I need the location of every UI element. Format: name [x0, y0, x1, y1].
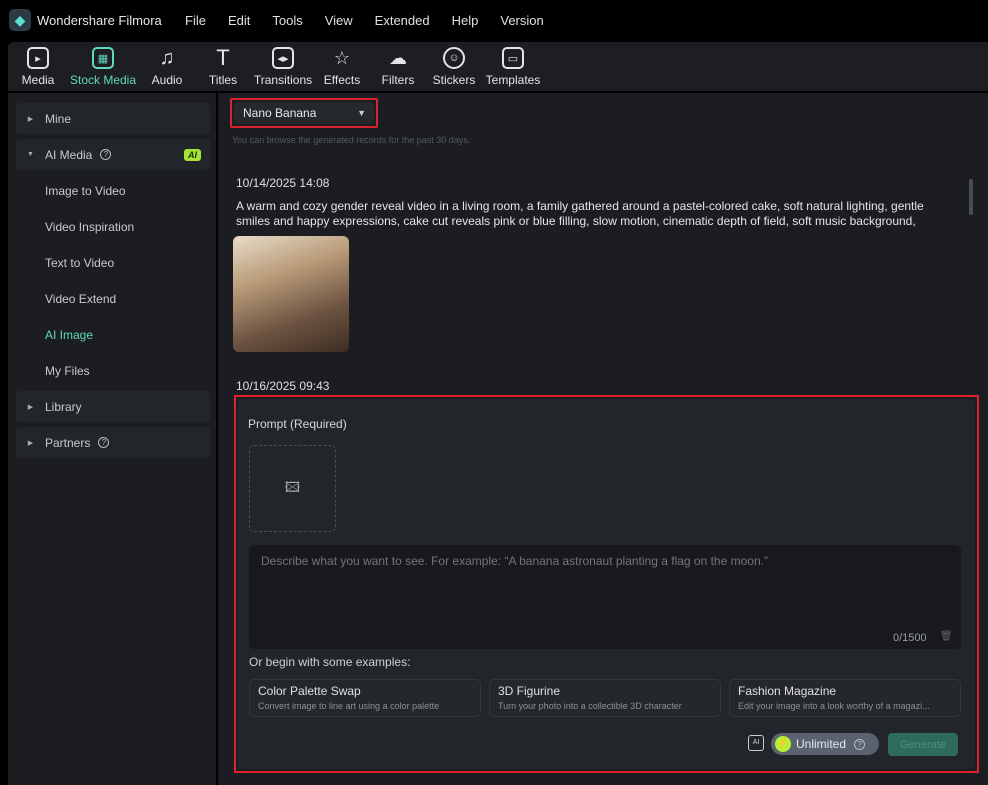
- transition-icon: ◂▸: [272, 47, 294, 69]
- tab-media[interactable]: ▸ Media: [8, 42, 68, 91]
- generate-button[interactable]: Generate: [888, 733, 958, 756]
- sidebar-item-ai-media[interactable]: ▼ AI Media? AI: [16, 139, 210, 170]
- record-date: 10/14/2025 14:08: [236, 176, 330, 190]
- tab-effects[interactable]: ☆ Effects: [316, 42, 368, 91]
- filters-icon: ☁: [389, 47, 407, 68]
- model-select[interactable]: Nano Banana ▼: [230, 98, 378, 128]
- prompt-panel: Prompt (Required) 🖾 0/1500 🗑 Or begin wi…: [234, 395, 979, 773]
- sticker-icon: ☺: [443, 47, 465, 69]
- sidebar-item-video-extend[interactable]: Video Extend: [45, 292, 116, 306]
- menu-extended[interactable]: Extended: [375, 13, 430, 28]
- sidebar-item-mine[interactable]: ▶ Mine: [16, 103, 210, 134]
- prompt-input[interactable]: [249, 545, 961, 649]
- record-prompt: A warm and cozy gender reveal video in a…: [236, 199, 924, 228]
- example-card[interactable]: Fashion Magazine Edit your image into a l…: [729, 679, 961, 717]
- caret-right-icon: ▶: [27, 439, 34, 447]
- tab-templates[interactable]: ▭ Templates: [480, 42, 546, 91]
- ai-label-icon[interactable]: AI: [748, 735, 764, 751]
- help-icon[interactable]: ?: [98, 437, 110, 448]
- history-note: You can browse the generated records for…: [232, 135, 471, 145]
- menu-file[interactable]: File: [185, 13, 206, 28]
- sidebar-item-my-files[interactable]: My Files: [45, 364, 90, 378]
- sidebar: ▶ Mine ▼ AI Media? AI Image to Video Video …: [8, 93, 216, 785]
- add-image-icon: 🖾: [284, 478, 301, 495]
- tab-audio[interactable]: ♫ Audio: [138, 42, 196, 91]
- tab-stock-media[interactable]: ▦ Stock Media: [68, 42, 138, 91]
- effects-star-icon: ☆: [333, 47, 351, 68]
- music-note-icon: ♫: [159, 46, 175, 69]
- main-toolbar: ▸ Media ▦ Stock Media ♫ Audio T Titles ◂▸ Tra…: [8, 42, 988, 91]
- media-icon: ▸: [27, 47, 49, 69]
- sidebar-item-library[interactable]: ▶ Library: [16, 391, 210, 422]
- tab-transitions[interactable]: ◂▸ Transitions: [250, 42, 316, 91]
- templates-icon: ▭: [502, 47, 524, 69]
- tab-filters[interactable]: ☁ Filters: [368, 42, 428, 91]
- menu-edit[interactable]: Edit: [228, 13, 250, 28]
- sidebar-item-video-inspiration[interactable]: Video Inspiration: [45, 220, 134, 234]
- menu-help[interactable]: Help: [452, 13, 479, 28]
- prompt-label: Prompt (Required): [248, 417, 347, 431]
- help-icon[interactable]: ?: [100, 149, 112, 160]
- main-panel: Nano Banana ▼ You can browse the generate…: [218, 93, 988, 785]
- menu-tools[interactable]: Tools: [272, 13, 302, 28]
- menu-version[interactable]: Version: [500, 13, 543, 28]
- examples-label: Or begin with some examples:: [249, 655, 411, 669]
- sidebar-item-ai-image[interactable]: AI Image: [45, 328, 93, 342]
- tab-stickers[interactable]: ☺ Stickers: [428, 42, 480, 91]
- menu-view[interactable]: View: [325, 13, 353, 28]
- app-title: Wondershare Filmora: [37, 12, 162, 28]
- generated-image-thumbnail[interactable]: [233, 236, 349, 352]
- lightning-icon: ⚡: [775, 736, 791, 752]
- unlimited-credits-badge[interactable]: ⚡ Unlimited?: [771, 733, 879, 755]
- title-bar: ◆ Wondershare Filmora File Edit Tools View E…: [0, 0, 988, 40]
- tab-titles[interactable]: T Titles: [196, 42, 250, 91]
- help-icon[interactable]: ?: [854, 738, 866, 750]
- sidebar-item-image-to-video[interactable]: Image to Video: [45, 184, 126, 198]
- chevron-down-icon: ▼: [357, 108, 366, 118]
- trash-icon[interactable]: 🗑: [940, 631, 953, 642]
- caret-right-icon: ▶: [27, 403, 34, 411]
- sidebar-item-text-to-video[interactable]: Text to Video: [45, 256, 114, 270]
- caret-right-icon: ▶: [27, 115, 34, 123]
- upload-image-button[interactable]: 🖾: [249, 445, 336, 532]
- scrollbar[interactable]: [969, 179, 973, 215]
- stock-media-icon: ▦: [92, 47, 114, 69]
- ai-badge: AI: [184, 148, 201, 161]
- text-icon: T: [216, 45, 230, 70]
- example-card[interactable]: 3D Figurine Turn your photo into a collec…: [489, 679, 721, 717]
- filmora-logo-icon: ◆: [9, 9, 31, 31]
- char-count: 0/1500: [893, 632, 927, 644]
- record-date: 10/16/2025 09:43: [236, 379, 330, 393]
- example-card[interactable]: Color Palette Swap Convert image to line …: [249, 679, 481, 717]
- caret-down-icon: ▼: [27, 151, 34, 158]
- sidebar-item-partners[interactable]: ▶ Partners?: [16, 427, 210, 458]
- menu-bar: File Edit Tools View Extended Help Version: [185, 13, 566, 28]
